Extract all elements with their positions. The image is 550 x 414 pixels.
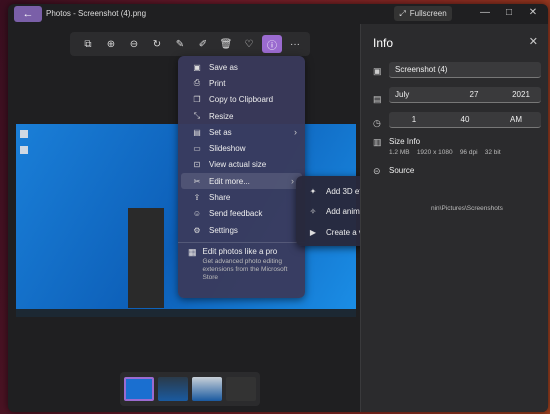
filmstrip: [120, 372, 260, 406]
image-icon: ▣: [373, 66, 382, 76]
menu-item-label: Save as: [209, 62, 238, 72]
3d-effects-icon: ✦: [309, 186, 317, 196]
title-bar: ← Photos - Screenshot (4).png ⤢ Fullscre…: [8, 4, 548, 24]
menu-item-settings[interactable]: ⚙ Settings: [178, 222, 305, 238]
info-panel: Info ✕ ▣ Screenshot (4) ▤ July 27 2021 ◷…: [360, 24, 548, 412]
time-hour: 1: [411, 115, 417, 124]
menu-item-label: Copy to Clipboard: [209, 95, 274, 105]
desktop-icon: [20, 130, 28, 138]
zoom-out-icon[interactable]: ⊖: [124, 35, 144, 53]
maximize-button[interactable]: □: [502, 7, 516, 18]
rotate-icon[interactable]: ↻: [147, 35, 167, 53]
menu-item-save-as[interactable]: ▣ Save as: [178, 59, 305, 75]
slideshow-icon: ▭: [193, 144, 201, 154]
promo-description: Get advanced photo editing extensions fr…: [202, 258, 288, 282]
thumbnail-selected[interactable]: [124, 377, 154, 401]
menu-item-label: Print: [209, 78, 226, 88]
fullscreen-button[interactable]: ⤢ Fullscreen: [394, 6, 452, 21]
image-toolbar: ⧉ ⊕ ⊖ ↻ ✎ ✐ 🗑 ♡ ⓘ ···: [70, 32, 310, 56]
edit-more-icon: ✂: [193, 176, 201, 186]
menu-item-print[interactable]: ⎙ Print: [178, 75, 305, 91]
date-month: July: [395, 90, 410, 99]
thumbnail[interactable]: [226, 377, 256, 401]
menu-item-share[interactable]: ⇪ Share: [178, 189, 305, 205]
settings-icon: ⚙: [193, 225, 201, 235]
info-title: Info: [373, 36, 394, 50]
crop-rotate-icon[interactable]: ⧉: [78, 35, 98, 53]
menu-item-label: Set as: [209, 127, 232, 137]
document-icon: ▥: [373, 137, 382, 147]
size-info-label: Size Info: [389, 137, 421, 146]
screenshot-taskbar: [16, 309, 356, 317]
menu-item-label: Slideshow: [209, 144, 246, 154]
arrow-left-icon: ←: [22, 8, 34, 20]
size-info-value: 1.2 MB 1920 x 1080 96 dpi 32 bit: [389, 149, 501, 156]
thumbnail[interactable]: [192, 377, 222, 401]
promo-title: Edit photos like a pro: [202, 247, 278, 257]
print-icon: ⎙: [193, 78, 201, 88]
menu-item-label: Edit more...: [209, 176, 250, 186]
time-ampm: AM: [510, 115, 522, 124]
save-icon: ▣: [193, 62, 201, 72]
feedback-icon: ☺: [192, 209, 202, 219]
draw-icon[interactable]: ✐: [193, 35, 213, 53]
fullscreen-label: Fullscreen: [409, 9, 447, 18]
date-day: 27: [469, 90, 479, 99]
date-year: 2021: [512, 90, 530, 99]
menu-item-actual-size[interactable]: ⊡ View actual size: [178, 157, 305, 173]
more-icon[interactable]: ···: [285, 35, 305, 53]
delete-icon[interactable]: 🗑: [216, 35, 236, 53]
favorite-icon[interactable]: ♡: [239, 35, 259, 53]
info-icon[interactable]: ⓘ: [262, 35, 282, 53]
menu-item-feedback[interactable]: ☺ Send feedback: [178, 206, 305, 222]
close-icon[interactable]: ✕: [529, 35, 538, 48]
link-icon: ⊝: [373, 166, 381, 176]
time-minute: 40: [460, 115, 470, 124]
video-icon: ▶: [309, 227, 317, 237]
menu-item-resize[interactable]: ⤡ Resize: [178, 108, 305, 124]
menu-item-label: View actual size: [209, 160, 267, 170]
source-label: Source: [389, 166, 415, 175]
actual-size-icon: ⊡: [193, 160, 201, 170]
menu-item-label: Share: [209, 193, 231, 203]
file-path[interactable]: nin\Pictures\Screenshots: [431, 205, 503, 212]
filename-field[interactable]: Screenshot (4): [389, 62, 541, 78]
menu-item-label: Settings: [209, 225, 238, 235]
chevron-right-icon: ›: [291, 176, 294, 187]
menu-item-copy[interactable]: ❐ Copy to Clipboard: [178, 92, 305, 108]
resize-icon: ⤡: [193, 111, 201, 121]
menu-divider: [178, 242, 305, 244]
menu-item-edit-more[interactable]: ✂ Edit more... ›: [181, 173, 302, 190]
menu-item-label: Resize: [209, 111, 234, 121]
share-icon: ⇪: [193, 193, 201, 203]
menu-item-slideshow[interactable]: ▭ Slideshow: [178, 140, 305, 156]
desktop-icon: [20, 146, 28, 154]
photos-window: ← Photos - Screenshot (4).png ⤢ Fullscre…: [8, 4, 548, 412]
menu-item-label: Send feedback: [209, 209, 263, 219]
thumbnail[interactable]: [158, 377, 188, 401]
more-options-menu: ▣ Save as ⎙ Print ❐ Copy to Clipboard ⤡ Resi…: [178, 56, 305, 298]
expand-icon: ⤢: [399, 8, 406, 18]
chevron-right-icon: ›: [294, 127, 297, 138]
promo-item[interactable]: ▦ Edit photos like a pro Get advanced ph…: [178, 247, 305, 282]
set-as-icon: ▤: [193, 127, 201, 137]
copy-icon: ❐: [193, 95, 201, 105]
minimize-button[interactable]: —: [478, 7, 492, 18]
time-picker[interactable]: 1 40 AM: [389, 112, 541, 128]
edit-icon[interactable]: ✎: [170, 35, 190, 53]
zoom-in-icon[interactable]: ⊕: [101, 35, 121, 53]
animated-text-icon: ✧: [309, 207, 317, 217]
back-button[interactable]: ←: [14, 6, 42, 22]
date-picker[interactable]: July 27 2021: [389, 87, 541, 103]
clock-icon: ◷: [373, 118, 381, 128]
menu-item-set-as[interactable]: ▤ Set as ›: [178, 124, 305, 140]
screenshot-start-menu: [128, 208, 164, 308]
calendar-icon: ▤: [373, 94, 382, 104]
close-button[interactable]: ✕: [526, 7, 540, 18]
store-icon: ▦: [188, 247, 197, 258]
window-title: Photos - Screenshot (4).png: [46, 9, 147, 18]
